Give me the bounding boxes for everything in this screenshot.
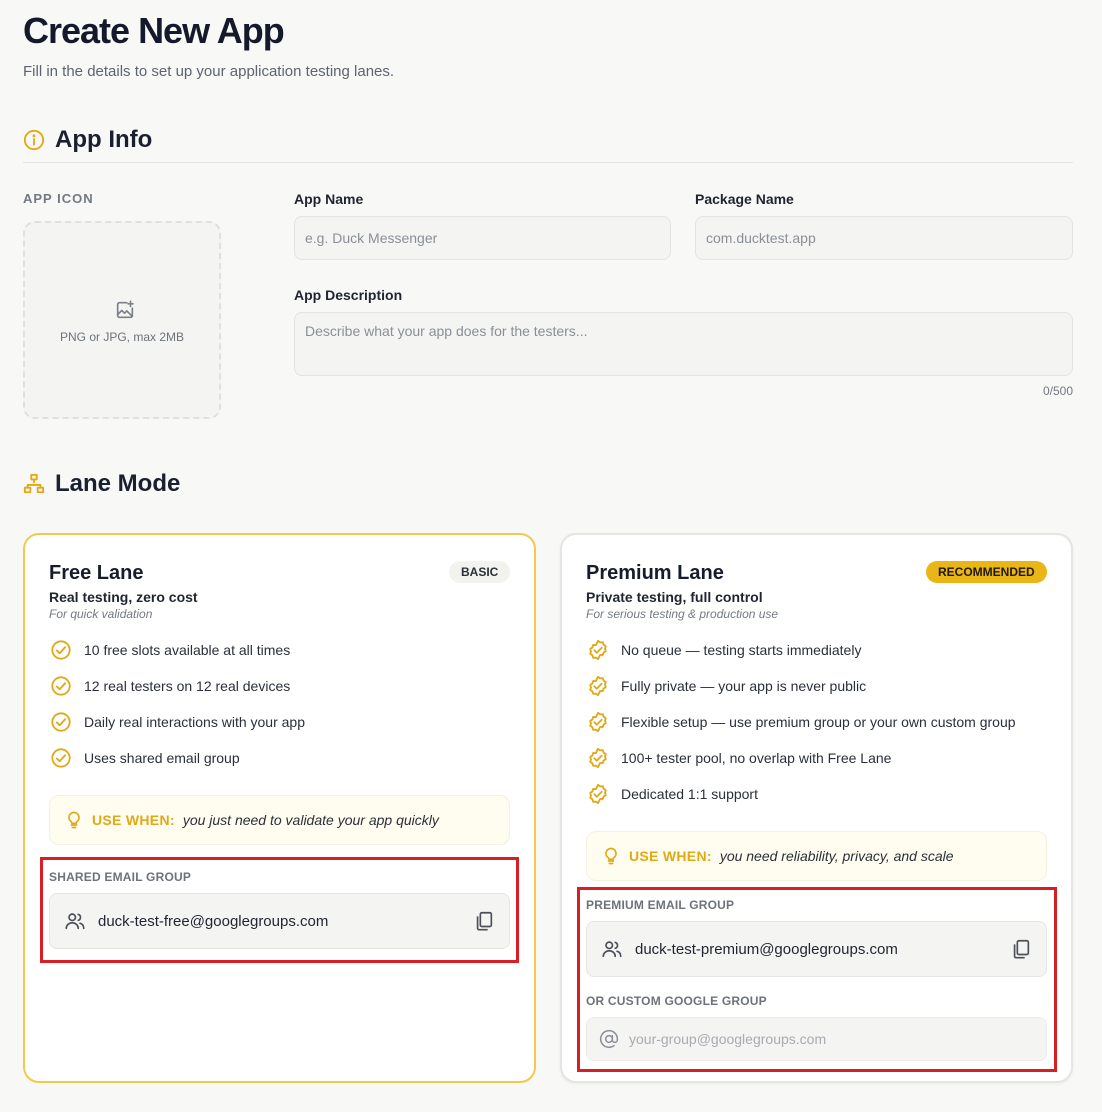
divider bbox=[23, 162, 1073, 163]
users-icon bbox=[602, 941, 622, 958]
check-circle-icon bbox=[51, 676, 71, 696]
users-icon bbox=[65, 913, 85, 930]
basic-badge: BASIC bbox=[449, 561, 511, 583]
app-info-header: App Info bbox=[23, 126, 152, 154]
shared-email-box: duck-test-free@googlegroups.com bbox=[49, 893, 510, 949]
check-circle-icon bbox=[51, 748, 71, 768]
app-description-label: App Description bbox=[294, 287, 403, 303]
free-feature: Uses shared email group bbox=[50, 747, 240, 769]
premium-feature: Flexible setup — use premium group or yo… bbox=[587, 711, 1016, 733]
free-feature: 10 free slots available at all times bbox=[50, 639, 290, 661]
shared-email-group-label: SHARED EMAIL GROUP bbox=[49, 870, 192, 884]
badge-check-icon bbox=[589, 675, 607, 697]
custom-group-input[interactable] bbox=[629, 1031, 1034, 1047]
free-feature: Daily real interactions with your app bbox=[50, 711, 305, 733]
copy-icon[interactable] bbox=[1010, 938, 1032, 960]
custom-group-field[interactable] bbox=[586, 1017, 1047, 1061]
image-add-icon bbox=[116, 300, 134, 319]
premium-feature: Fully private — your app is never public bbox=[587, 675, 866, 697]
premium-lane-title: Premium Lane bbox=[586, 562, 724, 584]
free-use-when: USE WHEN: you just need to validate your… bbox=[49, 795, 510, 845]
app-name-label: App Name bbox=[294, 191, 364, 207]
page-subtitle: Fill in the details to set up your appli… bbox=[23, 63, 395, 80]
app-description-textarea[interactable] bbox=[294, 312, 1073, 376]
check-circle-icon bbox=[51, 640, 71, 660]
app-name-input[interactable] bbox=[294, 216, 671, 260]
premium-email-text: duck-test-premium@googlegroups.com bbox=[635, 940, 898, 958]
free-lane-title: Free Lane bbox=[49, 562, 144, 584]
premium-email-box: duck-test-premium@googlegroups.com bbox=[586, 921, 1047, 977]
badge-check-icon bbox=[589, 783, 607, 805]
hierarchy-icon bbox=[23, 473, 45, 494]
shared-email-text: duck-test-free@googlegroups.com bbox=[98, 912, 329, 930]
badge-check-icon bbox=[589, 747, 607, 769]
premium-lane-tagline: Private testing, full control bbox=[586, 589, 763, 605]
page-title: Create New App bbox=[23, 10, 285, 51]
app-icon-upload[interactable]: PNG or JPG, max 2MB bbox=[23, 221, 221, 419]
info-icon bbox=[23, 129, 45, 151]
check-circle-icon bbox=[51, 712, 71, 732]
at-sign-icon bbox=[599, 1029, 619, 1049]
free-lane-tagline: Real testing, zero cost bbox=[49, 589, 198, 605]
lane-mode-header: Lane Mode bbox=[23, 470, 180, 498]
copy-icon[interactable] bbox=[473, 910, 495, 932]
lightbulb-icon bbox=[68, 811, 80, 829]
premium-email-group-label: PREMIUM EMAIL GROUP bbox=[586, 898, 735, 912]
description-counter: 0/500 bbox=[1042, 384, 1073, 398]
custom-group-label: OR CUSTOM GOOGLE GROUP bbox=[586, 994, 767, 1008]
badge-check-icon bbox=[589, 639, 607, 661]
app-icon-hint: PNG or JPG, max 2MB bbox=[59, 330, 185, 344]
free-feature: 12 real testers on 12 real devices bbox=[50, 675, 290, 697]
free-lane-note: For quick validation bbox=[49, 607, 153, 621]
package-name-label: Package Name bbox=[695, 191, 794, 207]
app-info-title: App Info bbox=[55, 126, 153, 153]
premium-feature: Dedicated 1:1 support bbox=[587, 783, 758, 805]
recommended-badge: RECOMMENDED bbox=[926, 561, 1047, 583]
premium-use-when: USE WHEN: you need reliability, privacy,… bbox=[586, 831, 1047, 881]
premium-feature: No queue — testing starts immediately bbox=[587, 639, 861, 661]
lightbulb-icon bbox=[605, 847, 617, 865]
premium-feature: 100+ tester pool, no overlap with Free L… bbox=[587, 747, 891, 769]
app-icon-label: APP ICON bbox=[23, 191, 94, 206]
premium-lane-note: For serious testing & production use bbox=[586, 607, 779, 621]
package-name-input[interactable] bbox=[695, 216, 1073, 260]
badge-check-icon bbox=[589, 711, 607, 733]
lane-mode-title: Lane Mode bbox=[55, 470, 181, 497]
